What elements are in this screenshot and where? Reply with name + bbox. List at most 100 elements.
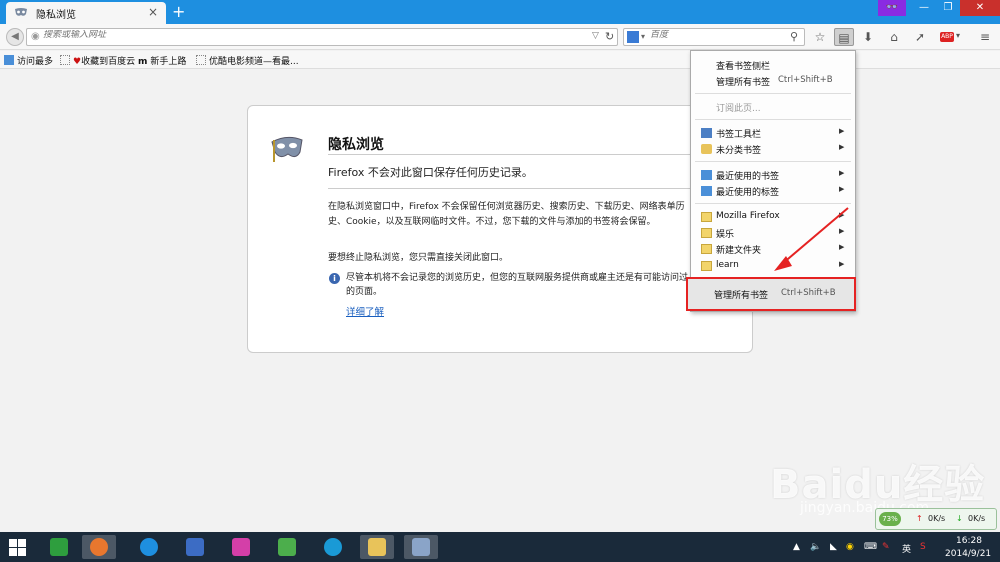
download-arrow-icon: ↓ xyxy=(956,514,963,523)
alert-tray-icon[interactable]: ✎ xyxy=(882,542,890,552)
m-logo-icon: m xyxy=(138,57,148,67)
menu-item-unsorted[interactable]: 未分类书签 ▶ xyxy=(691,141,855,157)
printer-app-icon[interactable] xyxy=(404,535,438,559)
volume-icon[interactable]: 🔈 xyxy=(810,542,821,552)
new-tab-button[interactable]: + xyxy=(172,2,185,21)
folder-icon xyxy=(701,212,712,222)
search-engine-dropdown-icon[interactable]: ▾ xyxy=(641,32,645,41)
menu-item-folder-entertainment[interactable]: 娱乐 ▶ xyxy=(691,225,855,241)
close-button[interactable]: ✕ xyxy=(960,0,1000,16)
private-mask-icon xyxy=(271,136,303,162)
security-tray-icon[interactable]: ◉ xyxy=(846,542,854,552)
notice-text: 尽管本机将不会记录您的浏览历史，但您的互联网服务提供商或雇主还是有可能访问过的页… xyxy=(346,273,689,297)
instruction-text: 要想终止隐私浏览，您只需直接关闭此窗口。 xyxy=(328,253,509,263)
network-monitor[interactable]: 73% ↑ 0K/s ↓ 0K/s xyxy=(875,508,997,530)
kugou-app-icon[interactable] xyxy=(132,535,166,559)
menu-item-folder-new[interactable]: 新建文件夹 ▶ xyxy=(691,241,855,257)
input-tray-icon[interactable]: ⌨ xyxy=(864,542,877,552)
cpu-percent: 73% xyxy=(879,512,901,526)
menu-item-recent-tags[interactable]: 最近使用的标签 ▶ xyxy=(691,183,855,199)
file-manager-app-icon[interactable] xyxy=(178,535,212,559)
tray-expand-icon[interactable]: ▲ xyxy=(793,542,800,552)
url-dropdown-icon[interactable]: ▽ xyxy=(592,31,599,41)
recent-tags-icon xyxy=(701,186,712,196)
menu-separator xyxy=(695,119,851,120)
reload-icon[interactable]: ↻ xyxy=(605,30,614,43)
bookmark-star-icon[interactable]: ☆ xyxy=(810,28,830,46)
adblock-icon[interactable]: ABP xyxy=(940,32,954,42)
minimize-button[interactable]: — xyxy=(912,0,936,16)
submenu-arrow-icon: ▶ xyxy=(839,143,845,151)
description-text: 在隐私浏览窗口中，Firefox 不会保留任何浏览器历史、搜索历史、下载历史、网… xyxy=(328,202,685,227)
page-title: 隐私浏览 xyxy=(328,137,384,153)
url-bar[interactable]: ◉ ▽ ↻ xyxy=(26,28,618,46)
clock-time[interactable]: 16:28 xyxy=(956,536,982,546)
ime-indicator[interactable]: 英 xyxy=(902,542,911,555)
taskbar: ▲ 🔈 ◣ ◉ ⌨ ✎ 英 S 16:28 2014/9/21 xyxy=(0,532,1000,562)
heart-icon: ♥ xyxy=(73,57,82,67)
menu-separator xyxy=(695,203,851,204)
show-all-bookmarks-item[interactable]: 管理所有书签 Ctrl+Shift+B xyxy=(686,277,856,311)
menu-separator xyxy=(695,93,851,94)
private-mask-icon xyxy=(15,8,27,16)
menu-item-view-sidebar[interactable]: 查看书签侧栏 xyxy=(691,57,855,73)
most-visited-icon xyxy=(4,55,14,65)
menu-item-recent-bookmarks[interactable]: 最近使用的书签 ▶ xyxy=(691,167,855,183)
search-bar[interactable]: ▾ ⚲ xyxy=(623,28,805,46)
folder-icon xyxy=(701,244,712,254)
recent-bookmarks-icon xyxy=(701,170,712,180)
bookmark-item[interactable]: m 新手上路 xyxy=(138,54,186,67)
clock-date[interactable]: 2014/9/21 xyxy=(945,549,991,559)
folder-icon xyxy=(701,228,712,238)
menu-item-bookmarks-toolbar[interactable]: 书签工具栏 ▶ xyxy=(691,125,855,141)
learn-more-link[interactable]: 详细了解 xyxy=(346,304,384,318)
sogou-ime-icon[interactable]: S xyxy=(920,542,926,552)
menu-item-folder-learn[interactable]: learn ▶ xyxy=(691,258,855,274)
downloads-icon[interactable]: ⬇ xyxy=(858,28,878,46)
url-input[interactable] xyxy=(43,30,603,40)
back-button[interactable]: ◀ xyxy=(6,28,24,46)
page-subtitle: Firefox 不会对此窗口保存任何历史记录。 xyxy=(328,166,533,179)
tab-private-browsing[interactable]: 隐私浏览 × xyxy=(6,2,166,24)
green-app-icon[interactable] xyxy=(270,535,304,559)
identity-icon: ◉ xyxy=(31,31,40,42)
window-controls: 👓 — ❐ ✕ xyxy=(878,0,1000,16)
bookmarks-menu: 查看书签侧栏 管理所有书签 Ctrl+Shift+B 订阅此页... 书签工具栏 ▶… xyxy=(690,50,856,312)
divider xyxy=(328,188,738,189)
bookmark-item[interactable]: 优酷电影频道—看最... xyxy=(196,54,299,67)
search-icon[interactable]: ⚲ xyxy=(790,30,798,43)
bookmark-page-icon xyxy=(60,55,70,65)
menu-item-manage-bookmarks[interactable]: 管理所有书签 Ctrl+Shift+B xyxy=(691,73,855,89)
share-icon[interactable]: ➚ xyxy=(910,28,930,46)
submenu-arrow-icon: ▶ xyxy=(839,169,845,177)
submenu-arrow-icon: ▶ xyxy=(839,127,845,135)
bookmark-item[interactable]: ♥收藏到百度云 xyxy=(60,54,135,67)
search-input[interactable] xyxy=(650,30,790,40)
submenu-arrow-icon: ▶ xyxy=(839,260,845,268)
explorer-app-icon[interactable] xyxy=(360,535,394,559)
photo-app-icon[interactable] xyxy=(224,535,258,559)
navigation-toolbar: ◀ ◉ ▽ ↻ ▾ ⚲ ☆ ▤ ⬇ ⌂ ➚ ABP ▾ ≡ xyxy=(0,24,1000,50)
hamburger-menu-icon[interactable]: ≡ xyxy=(975,28,995,46)
windows-start-icon[interactable] xyxy=(9,539,26,556)
network-icon[interactable]: ◣ xyxy=(830,542,837,552)
home-icon[interactable]: ⌂ xyxy=(884,28,904,46)
upload-speed: 0K/s xyxy=(928,514,946,523)
bookmark-page-icon xyxy=(196,55,206,65)
firefox-app-icon[interactable] xyxy=(82,535,116,559)
menu-item-folder-mozilla[interactable]: Mozilla Firefox ▶ xyxy=(691,209,855,225)
bookmarks-toolbar-icon xyxy=(701,128,712,138)
info-icon: i xyxy=(329,273,340,284)
store-app-icon[interactable] xyxy=(42,535,76,559)
unsorted-bookmarks-icon xyxy=(701,144,712,154)
download-speed: 0K/s xyxy=(968,514,986,523)
adblock-dropdown-icon[interactable]: ▾ xyxy=(956,31,960,40)
media-player-app-icon[interactable] xyxy=(316,535,350,559)
tab-title: 隐私浏览 xyxy=(36,10,76,21)
maximize-button[interactable]: ❐ xyxy=(936,0,960,16)
submenu-arrow-icon: ▶ xyxy=(839,243,845,251)
tab-close-icon[interactable]: × xyxy=(148,5,158,19)
search-engine-icon[interactable] xyxy=(627,31,639,43)
bookmark-item[interactable]: 访问最多 xyxy=(4,54,53,67)
bookmarks-menu-button[interactable]: ▤ xyxy=(834,28,854,46)
